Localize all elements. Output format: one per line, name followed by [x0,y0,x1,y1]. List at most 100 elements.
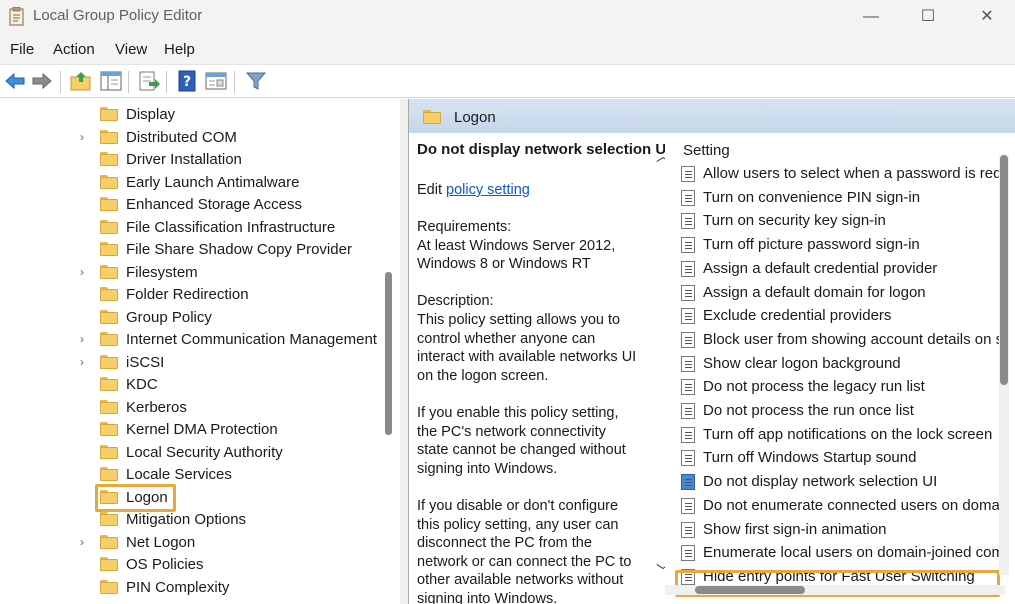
chevron-right-icon[interactable]: › [80,332,84,346]
setting-row[interactable]: Do not display network selection UI [681,471,1001,494]
setting-row[interactable]: Do not process the run once list [681,400,1001,423]
description-line: signing into Windows. [417,591,558,604]
menu-help[interactable]: Help [164,41,195,58]
tree-item[interactable]: File Share Shadow Copy Provider [0,239,400,261]
description-line: control whether anyone can [417,330,596,347]
chevron-right-icon[interactable]: › [80,355,84,369]
tree-item[interactable]: › Internet Communication Management [0,329,400,351]
back-icon[interactable] [3,69,27,93]
policy-title: Do not display network selection UI [417,141,671,158]
description-line: This policy setting allows you to [417,312,621,328]
setting-row[interactable]: Turn on convenience PIN sign-in [681,187,1001,210]
setting-label: Assign a default domain for logon [703,283,926,301]
chevron-right-icon[interactable]: › [80,535,84,549]
tree-item[interactable]: › iSCSI [0,352,400,374]
tree-item-label: File Share Shadow Copy Provider [126,241,352,258]
tree-item[interactable]: Local Security Authority [0,442,400,464]
details-pane: Logon Do not display network selection U… [408,99,1015,604]
setting-row[interactable]: Exclude credential providers [681,305,1001,328]
folder-icon [100,399,118,414]
folder-icon [100,332,118,346]
list-horizontal-scrollbar-thumb[interactable] [695,586,805,594]
setting-label: Turn off app notifications on the lock s… [703,425,993,443]
tree-scrollbar-thumb[interactable] [385,272,392,435]
help-icon[interactable]: ? [175,69,199,93]
setting-row[interactable]: Show clear logon background [681,353,1001,376]
policy-setting-icon [681,166,695,182]
minimize-button[interactable]: — [848,2,894,32]
description-line: other available networks without [417,572,624,589]
tree-item-label: Distributed COM [126,128,237,146]
tree-item[interactable]: Group Policy [0,307,400,329]
setting-row[interactable]: Turn off app notifications on the lock s… [681,424,1001,447]
forward-icon[interactable] [30,69,54,93]
tree-pane[interactable]: Display › Distributed COM Driver Installati… [0,99,400,604]
export-list-icon[interactable] [137,69,161,93]
setting-row[interactable]: Assign a default credential provider [681,258,1001,281]
tree-item[interactable]: Enhanced Storage Access [0,194,400,216]
setting-row[interactable]: Turn on security key sign-in [681,210,1001,233]
folder-icon [100,287,118,301]
description-line: disconnect the PC from the [417,535,592,552]
tree-item[interactable]: › Filesystem [0,262,400,284]
tree-item[interactable]: Folder Redirection [0,284,400,306]
tree-item-label: Kernel DMA Protection [126,421,278,438]
tree-item[interactable]: Display [0,104,400,126]
menu-view[interactable]: View [115,41,147,58]
logon-highlight-box [95,484,176,512]
setting-label: Do not display network selection UI [703,473,938,491]
details-header-title: Logon [454,109,496,126]
tree-item[interactable]: Early Launch Antimalware [0,172,400,194]
tree-item[interactable]: Kernel DMA Protection [0,419,400,441]
chevron-right-icon[interactable]: › [80,265,84,279]
tree-item[interactable]: › Net Logon [0,532,400,554]
setting-row[interactable]: Turn off picture password sign-in [681,234,1001,257]
show-hide-tree-icon[interactable] [99,69,123,93]
menu-file[interactable]: File [10,41,34,58]
tree-item[interactable]: Locale Services [0,464,400,486]
pane-divider[interactable] [400,99,408,604]
setting-row[interactable]: Show first sign-in animation [681,519,1001,542]
maximize-button[interactable]: ☐ [905,2,951,32]
setting-row[interactable]: Enumerate local users on domain-joined c… [681,542,1001,565]
tree-item[interactable]: Mitigation Options [0,509,400,531]
policy-setting-link[interactable]: policy setting [446,182,530,198]
edit-prefix: Edit [417,182,447,198]
menu-action[interactable]: Action [53,41,95,58]
description-line: Requirements: [417,219,512,235]
setting-row[interactable]: Turn off Windows Startup sound [681,447,1001,470]
setting-label: Enumerate local users on domain-joined c… [703,544,1001,562]
tree-item[interactable]: Logon [0,487,400,509]
setting-row[interactable]: Block user from showing account details … [681,329,1001,352]
properties-icon[interactable] [204,69,228,93]
tree-item[interactable]: File Classification Infrastructure [0,217,400,239]
setting-row[interactable]: Assign a default domain for logon [681,282,1001,305]
description-line: on the logon screen. [417,367,549,384]
list-scrollbar-thumb[interactable] [1000,155,1008,385]
tree-item[interactable]: PIN Complexity [0,577,400,599]
filter-icon[interactable] [244,69,268,93]
tree-item[interactable]: KDC [0,374,400,396]
setting-label: Do not process the legacy run list [703,378,925,396]
setting-row[interactable]: Do not process the legacy run list [681,376,1001,399]
folder-icon [100,264,118,279]
setting-row[interactable]: Allow users to select when a password is… [681,163,1001,186]
folder-icon [100,444,118,459]
chevron-right-icon[interactable]: › [80,130,84,144]
list-vertical-scrollbar[interactable] [999,155,1009,575]
setting-row[interactable]: Do not enumerate connected users on doma… [681,495,1001,518]
description-line: At least Windows Server 2012, [417,237,616,254]
up-folder-icon[interactable] [69,69,93,93]
tree-item[interactable]: OS Policies [0,554,400,576]
column-header-setting[interactable]: Setting [683,142,730,159]
tree-item[interactable]: › Distributed COM [0,127,400,149]
folder-icon [100,129,118,144]
description-line: Description: [417,293,494,310]
tree-item[interactable]: Driver Installation [0,149,400,171]
setting-label: Do not process the run once list [703,402,914,419]
folder-icon [100,422,118,436]
tree-item-label: File Classification Infrastructure [126,218,336,236]
close-button[interactable]: ✕ [964,2,1010,32]
list-horizontal-scrollbar[interactable] [665,585,1005,595]
tree-item[interactable]: Kerberos [0,397,400,419]
